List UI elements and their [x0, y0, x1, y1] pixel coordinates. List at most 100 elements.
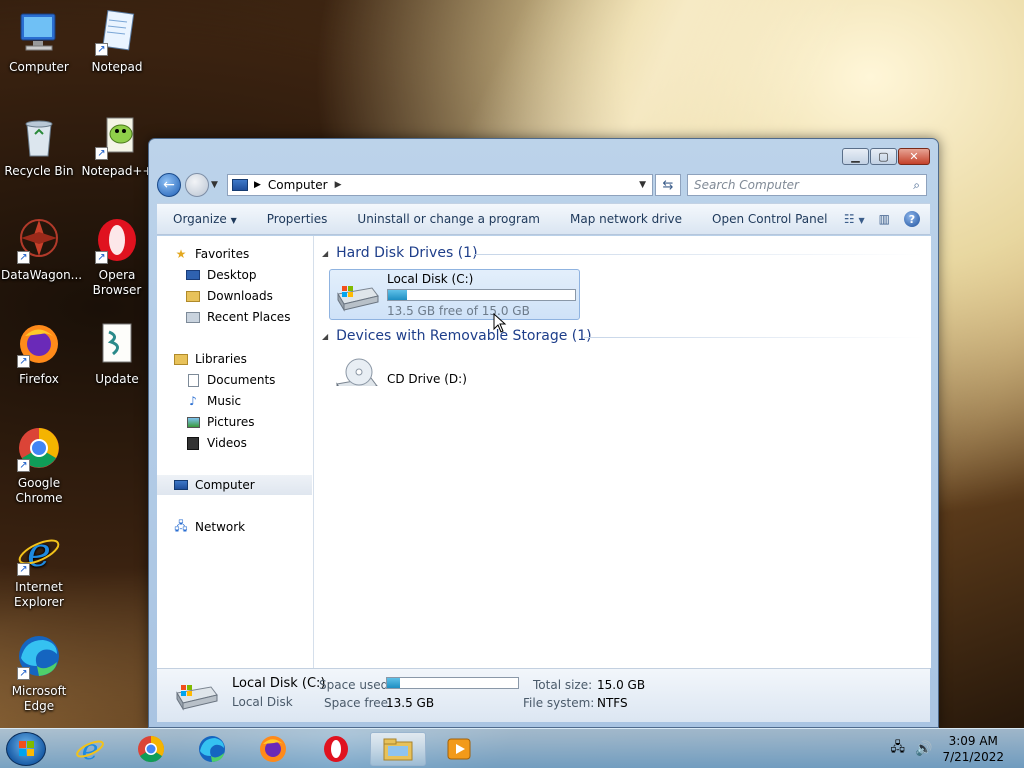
taskbar-internet-explorer[interactable]: e: [62, 732, 118, 766]
desktop-icon-firefox[interactable]: ↗ Firefox: [1, 320, 77, 387]
desktop-icon-computer[interactable]: Computer: [1, 8, 77, 75]
desktop-icon-internet-explorer[interactable]: e ↗ Internet Explorer: [1, 528, 77, 610]
desktop-icon-opera[interactable]: ↗ Opera Browser: [79, 216, 155, 298]
desktop-icon-label: Internet Explorer: [14, 580, 64, 609]
desktop-icon-label: Firefox: [19, 372, 59, 386]
nav-label: Libraries: [195, 352, 247, 366]
clock-time: 3:09 AM: [948, 734, 998, 748]
desktop-icon-edge[interactable]: ↗ Microsoft Edge: [1, 632, 77, 714]
close-button[interactable]: ✕: [898, 148, 930, 165]
desktop-icon-datawagon[interactable]: ↗ DataWagon...: [1, 216, 82, 283]
desktop-icon-recycle-bin[interactable]: Recycle Bin: [1, 112, 77, 179]
breadcrumb-computer[interactable]: Computer: [268, 178, 328, 192]
network-tray-icon[interactable]: 🖧: [891, 738, 906, 760]
group-header-hard-disk-drives[interactable]: ◢ Hard Disk Drives (1): [322, 243, 478, 263]
recent-places-icon: [185, 310, 201, 324]
group-header-removable-storage[interactable]: ◢ Devices with Removable Storage (1): [322, 326, 592, 346]
computer-icon: [15, 8, 63, 56]
details-space-free-value: 13.5 GB: [386, 696, 435, 710]
change-view-button[interactable]: ☷ ▼: [844, 212, 865, 226]
forward-button[interactable]: [185, 173, 209, 197]
desktop-icon-label: Recycle Bin: [4, 164, 74, 178]
network-icon: 🖧: [174, 518, 188, 533]
taskbar-firefox[interactable]: [245, 732, 301, 766]
collapse-triangle-icon: ◢: [322, 248, 329, 258]
firefox-icon: [260, 736, 286, 762]
nav-pictures[interactable]: Pictures: [185, 412, 255, 432]
edge-icon: ↗: [15, 632, 63, 680]
address-dropdown-icon[interactable]: ▼: [639, 180, 648, 190]
recent-pages-dropdown[interactable]: ▼: [211, 180, 221, 190]
documents-icon: [185, 373, 201, 387]
desktop-icon-label: Google Chrome: [15, 476, 63, 505]
shortcut-arrow-icon: ↗: [95, 251, 108, 264]
search-input[interactable]: Search Computer ⌕: [687, 174, 927, 196]
taskbar-media-player[interactable]: [431, 732, 487, 766]
nav-recent-places[interactable]: Recent Places: [185, 307, 290, 327]
desktop-icon-notepad-plus-plus[interactable]: ↗ Notepad++: [79, 112, 155, 179]
back-button[interactable]: ←: [157, 173, 181, 197]
explorer-window: ▁ ▢ ✕ ← ▼ ▶ Computer ▶ ▼ ⇆ Search Comput…: [148, 138, 939, 728]
start-button[interactable]: [6, 732, 46, 766]
clock[interactable]: 3:09 AM 7/21/2022: [942, 733, 1004, 765]
breadcrumb-separator-icon[interactable]: ▶: [335, 180, 342, 190]
open-control-panel-button[interactable]: Open Control Panel: [697, 212, 842, 226]
minimize-button[interactable]: ▁: [842, 148, 869, 165]
hard-drive-icon: [337, 286, 379, 312]
desktop-icon-label: Opera Browser: [92, 268, 142, 297]
refresh-button[interactable]: ⇆: [655, 174, 681, 196]
nav-downloads[interactable]: Downloads: [185, 286, 273, 306]
taskbar: e 🖧 🔊 3:09 AM 7/21/2022: [0, 728, 1024, 768]
taskbar-windows-explorer[interactable]: [370, 732, 426, 766]
help-icon[interactable]: ?: [904, 211, 920, 227]
details-space-free-label: Space free:: [324, 696, 393, 710]
notepad-plus-plus-icon: ↗: [93, 112, 141, 160]
maximize-button[interactable]: ▢: [870, 148, 897, 165]
cd-drive-icon: [336, 358, 378, 386]
recycle-bin-icon: [15, 112, 63, 160]
view-controls: ☷ ▼ ▥ ?: [844, 211, 930, 227]
search-icon[interactable]: ⌕: [913, 178, 920, 193]
nav-label: Desktop: [207, 268, 257, 282]
nav-documents[interactable]: Documents: [185, 370, 275, 390]
taskbar-opera[interactable]: [308, 732, 364, 766]
preview-pane-button[interactable]: ▥: [879, 212, 890, 226]
volume-icon[interactable]: 🔊: [915, 741, 932, 757]
uninstall-program-button[interactable]: Uninstall or change a program: [342, 212, 555, 226]
address-row: ← ▼ ▶ Computer ▶ ▼ ⇆ Search Computer ⌕: [157, 172, 930, 198]
desktop-folder-icon: [185, 268, 201, 282]
details-drive-name: Local Disk (C:): [232, 676, 326, 691]
shortcut-arrow-icon: ↗: [95, 43, 108, 56]
nav-videos[interactable]: Videos: [185, 433, 247, 453]
opera-icon: [324, 736, 348, 762]
update-script-icon: [93, 320, 141, 368]
taskbar-chrome[interactable]: [123, 732, 179, 766]
drive-free-space: 13.5 GB free of 15.0 GB: [387, 304, 530, 318]
nav-libraries[interactable]: Libraries: [173, 349, 247, 369]
nav-desktop[interactable]: Desktop: [185, 265, 257, 285]
nav-label: Videos: [207, 436, 247, 450]
breadcrumb-separator-icon[interactable]: ▶: [254, 180, 261, 190]
nav-computer[interactable]: Computer: [157, 475, 312, 495]
nav-favorites[interactable]: ★ Favorites: [173, 244, 250, 264]
drive-local-disk-c[interactable]: Local Disk (C:) 13.5 GB free of 15.0 GB: [329, 269, 580, 320]
drive-usage-fill: [388, 290, 407, 300]
properties-button[interactable]: Properties: [252, 212, 343, 226]
desktop-icon-notepad[interactable]: ↗ Notepad: [79, 8, 155, 75]
chrome-icon: ↗: [15, 424, 63, 472]
details-usage-bar: [386, 677, 519, 689]
address-bar[interactable]: ▶ Computer ▶ ▼: [227, 174, 653, 196]
organize-button[interactable]: Organize ▼: [157, 212, 252, 226]
map-network-drive-button[interactable]: Map network drive: [555, 212, 697, 226]
nav-network[interactable]: 🖧 Network: [173, 517, 245, 537]
nav-label: Computer: [195, 478, 255, 492]
desktop-icon-update[interactable]: Update: [79, 320, 155, 387]
desktop-icon-chrome[interactable]: ↗ Google Chrome: [1, 424, 77, 506]
nav-music[interactable]: ♪ Music: [185, 391, 241, 411]
taskbar-edge[interactable]: [184, 732, 240, 766]
music-note-icon: ♪: [189, 394, 197, 408]
media-player-icon: [447, 738, 471, 760]
drive-name: Local Disk (C:): [387, 272, 474, 286]
organize-label: Organize: [173, 212, 227, 226]
maximize-icon: ▢: [878, 150, 889, 163]
